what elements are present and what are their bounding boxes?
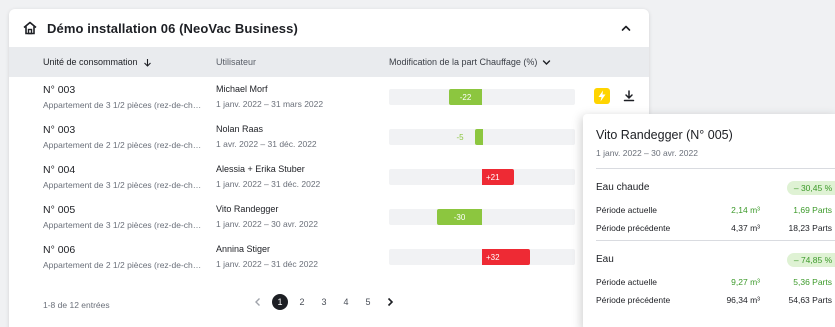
unit-description: Appartement de 3 1/2 pièces (rez-de-chau… <box>43 100 203 110</box>
unit-description: Appartement de 2 1/2 pièces (rez-de-chau… <box>43 140 203 150</box>
user-name: Alessia + Erika Stuber <box>216 164 305 174</box>
change-bar-fill: -22 <box>449 89 482 105</box>
user-name: Vito Randegger <box>216 204 279 214</box>
page-number: 4 <box>343 297 349 307</box>
table-row[interactable]: N° 003 Appartement de 3 1/2 pièces (rez-… <box>9 80 649 120</box>
change-bar-label: -5 <box>456 132 464 142</box>
change-bar[interactable]: -5 <box>389 129 575 145</box>
page-2[interactable]: 2 <box>291 293 313 311</box>
table-footer: 1-8 de 12 entrées 1 2 3 4 5 <box>9 292 649 322</box>
column-change[interactable]: Modification de la part Chauffage (%) <box>389 57 551 67</box>
installation-card: Démo installation 06 (NeoVac Business) U… <box>9 9 649 327</box>
next-page-icon[interactable] <box>379 293 401 311</box>
collapse-button[interactable] <box>617 19 635 37</box>
download-button[interactable] <box>621 88 637 104</box>
user-period: 1 avr. 2022 – 31 déc. 2022 <box>216 139 317 149</box>
pagination: 1 2 3 4 5 <box>247 293 401 311</box>
user-name: Annina Stiger <box>216 244 271 254</box>
unit-number: N° 003 <box>43 84 76 96</box>
chevron-up-icon <box>621 25 631 31</box>
change-bar-fill: +21 <box>482 169 514 185</box>
column-user[interactable]: Utilisateur <box>216 57 256 67</box>
entries-count: 1-8 de 12 entrées <box>43 300 110 310</box>
table-row[interactable]: N° 005 Appartement de 3 1/2 pièces (rez-… <box>9 200 649 240</box>
change-bar[interactable]: -30 <box>389 209 575 225</box>
page-4[interactable]: 4 <box>335 293 357 311</box>
popup-section-title: Eau <box>596 254 614 265</box>
user-period: 1 janv. 2022 – 31 déc 2022 <box>216 259 318 269</box>
page-number: 3 <box>321 297 327 307</box>
change-bar[interactable]: -22 <box>389 89 575 105</box>
popup-period: 1 janv. 2022 – 30 avr. 2022 <box>596 148 698 158</box>
user-period: 1 janv. 2022 – 31 déc. 2022 <box>216 179 321 189</box>
page-number: 2 <box>299 297 305 307</box>
table-row[interactable]: N° 006 Appartement de 2 1/2 pièces (rez-… <box>9 240 649 280</box>
change-bar[interactable]: +21 <box>389 169 575 185</box>
popup-separator <box>596 240 835 241</box>
usage-details-popup: Vito Randegger (N° 005) 1 janv. 2022 – 3… <box>583 114 835 327</box>
page-number: 5 <box>365 297 371 307</box>
change-bar-fill: -30 <box>437 209 482 225</box>
user-name: Nolan Raas <box>216 124 264 134</box>
unit-description: Appartement de 3 1/2 pièces (rez-de-chau… <box>43 220 203 230</box>
lightning-icon <box>598 90 606 102</box>
card-title: Démo installation 06 (NeoVac Business) <box>47 20 298 36</box>
popup-change-badge: – 74,85 % <box>787 253 835 267</box>
change-bar-fill: +32 <box>482 249 530 265</box>
home-icon <box>22 20 38 36</box>
popup-section-title: Eau chaude <box>596 182 650 193</box>
flash-button[interactable] <box>594 88 610 104</box>
arrow-down-icon <box>143 58 151 67</box>
popup-separator <box>596 168 835 169</box>
chevron-down-icon <box>543 59 551 65</box>
user-period: 1 janv. 2022 – 31 mars 2022 <box>216 99 324 109</box>
page-number: 1 <box>272 294 288 310</box>
unit-description: Appartement de 3 1/2 pièces (rez-de-chau… <box>43 180 203 190</box>
popup-title: Vito Randegger (N° 005) <box>596 128 733 142</box>
user-name: Michael Morf <box>216 84 268 94</box>
unit-number: N° 004 <box>43 164 76 176</box>
change-bar-fill <box>474 129 483 145</box>
page-5[interactable]: 5 <box>357 293 379 311</box>
popup-change-badge: – 30,45 % <box>787 181 835 195</box>
table-row[interactable]: N° 003 Appartement de 2 1/2 pièces (rez-… <box>9 120 649 160</box>
unit-number: N° 006 <box>43 244 76 256</box>
user-period: 1 janv. 2022 – 30 avr. 2022 <box>216 219 318 229</box>
unit-description: Appartement de 2 1/2 pièces (rez-de-chau… <box>43 260 203 270</box>
unit-number: N° 003 <box>43 124 76 136</box>
page-1[interactable]: 1 <box>269 293 291 311</box>
table-header: Unité de consommation Utilisateur Modifi… <box>9 47 649 77</box>
unit-number: N° 005 <box>43 204 76 216</box>
download-icon <box>623 90 635 102</box>
change-bar[interactable]: +32 <box>389 249 575 265</box>
column-unit[interactable]: Unité de consommation <box>43 57 152 67</box>
table-row[interactable]: N° 004 Appartement de 3 1/2 pièces (rez-… <box>9 160 649 200</box>
previous-page-icon[interactable] <box>247 293 269 311</box>
card-header: Démo installation 06 (NeoVac Business) <box>9 9 649 47</box>
page-3[interactable]: 3 <box>313 293 335 311</box>
